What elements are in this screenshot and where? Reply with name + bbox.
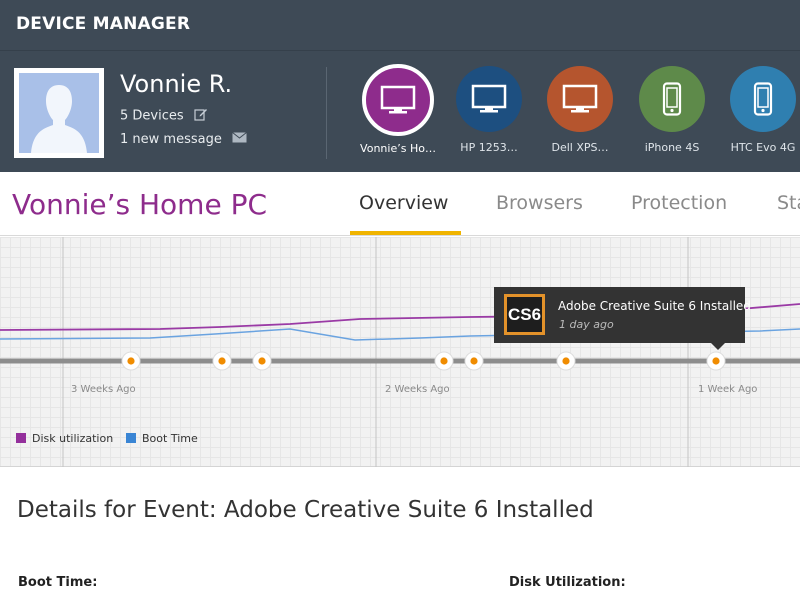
app-title: DEVICE MANAGER [16,14,191,34]
event-tooltip: CS6 Adobe Creative Suite 6 Installed 1 d… [494,287,751,343]
tooltip-arrow [711,343,725,350]
device-iphone-4s[interactable]: iPhone 4S [627,66,717,154]
legend-label: Boot Time [142,432,198,445]
device-label: Dell XPS… [551,141,609,154]
event-marker-dot [218,357,226,365]
tooltip-subtitle: 1 day ago [559,318,614,331]
legend-swatch [126,433,136,443]
timeline-svg [0,237,800,467]
header-divider [0,50,800,51]
mail-icon[interactable] [232,132,247,147]
cs6-logo-icon: CS6 [504,294,545,335]
device-htc-evo-4g[interactable]: HTC Evo 4G [718,66,800,154]
device-label: iPhone 4S [644,141,700,154]
device-title: Vonnie’s Home PC [12,188,268,221]
device-label: HP 1253… [460,141,518,154]
monitor-icon [380,85,416,114]
event-marker-dot [127,357,135,365]
device-circle [547,66,613,132]
device-vonnies-home-pc[interactable]: Vonnie’s Ho… [353,64,443,155]
monitor-icon [471,84,507,113]
event-marker-dot [470,357,478,365]
phone-icon [662,82,682,116]
week-label: 3 Weeks Ago [71,384,136,395]
message-count[interactable]: 1 new message [120,132,247,147]
phone-icon [753,82,773,116]
details-title: Details for Event: Adobe Creative Suite … [17,497,594,523]
event-marker-dot [258,357,266,365]
week-label: 1 Week Ago [698,384,758,395]
disk-utilization-label: Disk Utilization: [509,575,626,590]
device-dell-xps[interactable]: Dell XPS… [535,66,625,154]
avatar-placeholder-icon [19,73,99,153]
tab-stats[interactable]: Sta [777,192,800,214]
legend-label: Disk utilization [32,432,114,445]
message-count-label: 1 new message [120,132,222,147]
tab-bar: Vonnie’s Home PC Overview Browsers Prote… [0,172,800,236]
event-marker-dot [440,357,448,365]
device-count[interactable]: 5 Devices [120,107,208,125]
device-circle [362,64,434,136]
tab-protection[interactable]: Protection [631,192,727,214]
monitor-icon [562,84,598,113]
user-name: Vonnie R. [120,70,233,98]
week-label: 2 Weeks Ago [385,384,450,395]
active-tab-indicator [350,231,461,235]
event-marker-dot [712,357,720,365]
device-circle [730,66,796,132]
avatar[interactable] [14,68,104,158]
legend-disk-utilization: Disk utilization [16,432,113,445]
header-separator [326,67,327,159]
tab-browsers[interactable]: Browsers [496,192,583,214]
device-count-label: 5 Devices [120,108,184,124]
device-hp[interactable]: HP 1253… [444,66,534,154]
tab-overview[interactable]: Overview [359,192,448,214]
timeline-chart: 3 Weeks Ago 2 Weeks Ago 1 Week Ago [0,237,800,467]
event-marker-dot [562,357,570,365]
edit-icon[interactable] [194,107,208,125]
device-circle [456,66,522,132]
top-header: DEVICE MANAGER Vonnie R. 5 Devices 1 new… [0,0,800,172]
legend-swatch [16,433,26,443]
boot-time-label: Boot Time: [18,575,98,590]
legend-boot-time: Boot Time [126,432,198,445]
device-label: Vonnie’s Ho… [360,142,436,155]
device-circle [639,66,705,132]
device-label: HTC Evo 4G [730,141,796,154]
tooltip-title: Adobe Creative Suite 6 Installed [558,299,751,313]
